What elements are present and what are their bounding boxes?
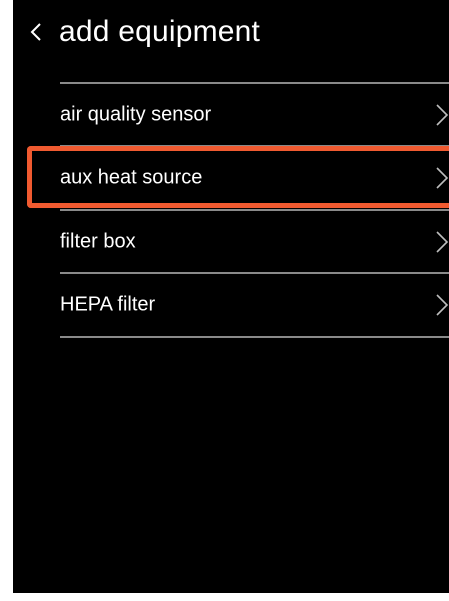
chevron-left-icon	[30, 23, 41, 41]
list-item-aux-heat-source[interactable]: aux heat source	[42, 148, 449, 207]
list-item-label: aux heat source	[60, 166, 203, 188]
back-button[interactable]	[23, 14, 53, 48]
list-item-label: air quality sensor	[60, 103, 212, 125]
header: add equipment	[13, 0, 449, 64]
list-item-filter-box[interactable]: filter box	[42, 212, 449, 271]
divider	[60, 82, 449, 84]
app-screen: add equipment air quality sensor aux hea…	[13, 0, 449, 593]
divider	[60, 145, 449, 147]
divider	[60, 272, 449, 274]
list-item-label: filter box	[60, 230, 136, 252]
divider	[60, 209, 449, 211]
chevron-right-icon	[436, 103, 449, 126]
chevron-right-icon	[436, 166, 449, 189]
divider	[60, 336, 449, 338]
list-item-label: HEPA filter	[60, 293, 156, 315]
list-item-hepa-filter[interactable]: HEPA filter	[42, 275, 449, 334]
list-item-air-quality-sensor[interactable]: air quality sensor	[42, 85, 449, 144]
chevron-right-icon	[436, 293, 449, 316]
chevron-right-icon	[436, 230, 449, 253]
page-title: add equipment	[59, 15, 261, 48]
